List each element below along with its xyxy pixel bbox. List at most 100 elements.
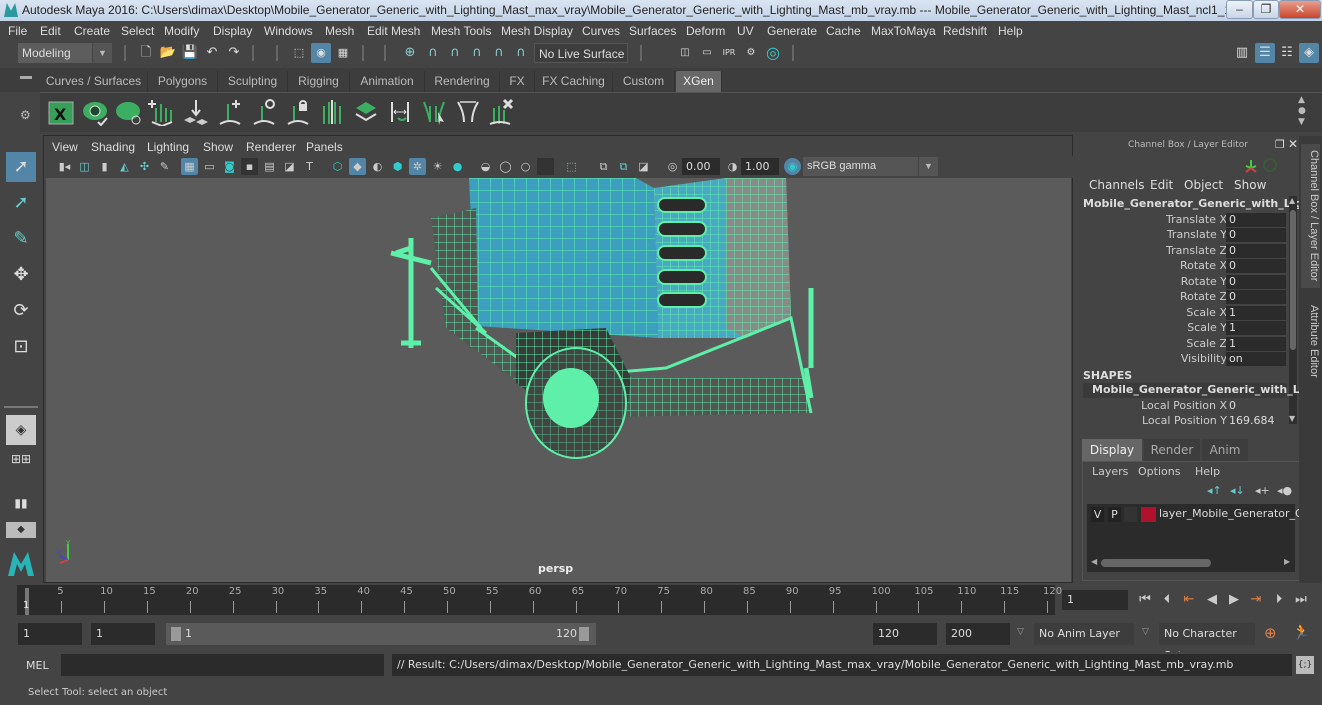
layer-visibility-toggle[interactable]: V <box>1091 507 1104 522</box>
grease-pencil-icon[interactable]: ✎ <box>156 158 173 175</box>
film-gate-icon[interactable]: ▭ <box>201 158 218 175</box>
maximize-button[interactable]: ❐ <box>1253 0 1279 19</box>
safe-action-icon[interactable]: ◪ <box>281 158 298 175</box>
panel-menu-view[interactable]: View <box>52 140 78 154</box>
hypershade-icon[interactable]: ◎ <box>763 43 783 63</box>
render-view-icon[interactable]: ◫ <box>675 43 695 63</box>
layer-playback-toggle[interactable]: P <box>1108 507 1121 522</box>
undo-icon[interactable]: ↶ <box>202 43 222 63</box>
exposure-icon[interactable]: ◎ <box>664 158 681 175</box>
grid-toggle-icon[interactable]: ▦ <box>181 158 198 175</box>
bookmarks-icon[interactable]: ▮ <box>96 158 113 175</box>
shelf-settings-gear-icon[interactable]: ⚙ <box>20 108 31 122</box>
screen-space-ao-icon[interactable]: ◒ <box>477 158 494 175</box>
script-language-toggle[interactable]: MEL <box>26 659 49 672</box>
render-frame-icon[interactable]: ▭ <box>697 43 717 63</box>
playback-start-field[interactable]: 1 <box>91 623 155 645</box>
textured-icon[interactable]: ✲ <box>409 158 426 175</box>
close-button[interactable]: ✕ <box>1279 0 1321 19</box>
gate-mask-icon[interactable]: ▪ <box>241 158 258 175</box>
command-input[interactable] <box>61 654 384 676</box>
channel-value[interactable]: 0 <box>1226 275 1286 289</box>
isolate-select-icon[interactable]: ⬚ <box>563 158 580 175</box>
close-panel-icon[interactable]: ✕ <box>1288 137 1298 151</box>
tab-sculpting[interactable]: Sculpting <box>218 71 288 92</box>
layer-color-swatch[interactable] <box>1141 507 1156 522</box>
move-tool-icon[interactable]: ✥ <box>6 260 36 290</box>
tool-settings-icon[interactable]: ☷ <box>1277 43 1297 63</box>
layer-tab-anim[interactable]: Anim <box>1202 439 1248 461</box>
live-surface-field[interactable]: No Live Surface <box>534 43 628 63</box>
scroll-thumb[interactable] <box>1101 559 1211 567</box>
field-chart-icon[interactable]: ▤ <box>261 158 278 175</box>
cb-menu-edit[interactable]: Edit <box>1150 178 1173 192</box>
play-forwards-icon[interactable]: ▶ <box>1225 592 1243 607</box>
timeline-ruler[interactable]: 1 5 10 15 20 25 30 35 40 45 50 55 60 65 70 75 80 85 90 95 1… <box>17 585 1062 615</box>
shelf-menu-icon[interactable] <box>20 76 32 79</box>
3d-viewport[interactable]: y z persp <box>46 178 1071 582</box>
two-pane-layout-icon[interactable]: ▮▮ <box>6 488 36 518</box>
sculpt-guide-icon[interactable] <box>250 98 278 126</box>
animation-start-field[interactable]: 1 <box>18 623 82 645</box>
cb-menu-channels[interactable]: Channels <box>1089 178 1145 192</box>
menu-mesh[interactable]: Mesh <box>325 24 354 38</box>
gamma-field[interactable]: 1.00 <box>741 158 779 175</box>
channel-value[interactable]: 0 <box>1226 259 1286 273</box>
xgen-library-icon[interactable]: X <box>47 98 75 126</box>
step-forward-key-icon[interactable]: ⇥ <box>1247 592 1265 607</box>
scroll-thumb[interactable] <box>1290 210 1296 350</box>
range-slider[interactable]: 1 120 <box>166 623 596 645</box>
move-layer-down-icon[interactable]: ◂↓ <box>1230 484 1245 497</box>
step-forward-frame-icon[interactable]: ⏵ <box>1270 592 1288 607</box>
snap-to-point-icon[interactable]: ∩ <box>445 43 465 63</box>
resolution-gate-icon[interactable]: ◙ <box>221 158 238 175</box>
go-to-start-icon[interactable]: ⏮ <box>1136 592 1154 607</box>
channel-visibility[interactable]: Visibility on <box>1077 352 1287 367</box>
paint-select-tool-icon[interactable]: ✎ <box>6 224 36 254</box>
select-camera-icon[interactable]: ▮◂ <box>56 158 73 175</box>
menu-windows[interactable]: Windows <box>264 24 313 38</box>
layer-display-type-toggle[interactable] <box>1124 507 1137 522</box>
channel-local-position-x[interactable]: Local Position X0 <box>1077 399 1287 414</box>
menu-uv[interactable]: UV <box>737 24 754 38</box>
exposure-field[interactable]: 0.00 <box>682 158 720 175</box>
xray-joints-icon[interactable]: ◪ <box>635 158 652 175</box>
menu-maxtomaya[interactable]: MaxToMaya <box>871 24 936 38</box>
chevron-down-icon[interactable]: ▽ <box>1017 627 1024 637</box>
script-editor-icon[interactable]: {;} <box>1296 656 1314 674</box>
xray-icon[interactable]: ⧉ <box>595 158 612 175</box>
channel-box-toggle-icon[interactable]: ◈ <box>1299 43 1319 63</box>
lock-guide-icon[interactable] <box>284 98 312 126</box>
cb-menu-show[interactable]: Show <box>1234 178 1266 192</box>
panel-menu-shading[interactable]: Shading <box>91 140 135 154</box>
channel-scale-y[interactable]: Scale Y1 <box>1077 321 1287 336</box>
safe-title-icon[interactable]: T <box>301 158 318 175</box>
animation-end-field[interactable]: 200 <box>946 623 1010 645</box>
menu-file[interactable]: File <box>8 24 27 38</box>
channel-translate-z[interactable]: Translate Z0 <box>1077 244 1287 259</box>
panel-menu-lighting[interactable]: Lighting <box>147 140 189 154</box>
single-pane-layout-icon[interactable]: ◈ <box>6 415 36 445</box>
menu-mesh-display[interactable]: Mesh Display <box>501 24 573 38</box>
xray-active-components-icon[interactable]: ⧉ <box>615 158 632 175</box>
layer-hscrollbar[interactable]: ◀ ▶ <box>1091 557 1291 568</box>
menu-set-dropdown[interactable]: Modeling ▼ <box>18 43 112 63</box>
channel-value[interactable]: 169.684 <box>1226 414 1286 428</box>
layer-menu-layers[interactable]: Layers <box>1092 465 1128 478</box>
channel-value[interactable]: 1 <box>1226 337 1286 351</box>
generator-model[interactable] <box>46 178 1071 582</box>
channel-value[interactable]: 0 <box>1226 244 1286 258</box>
tab-fx[interactable]: FX <box>500 71 535 92</box>
side-tab-attribute-editor[interactable]: Attribute Editor <box>1301 296 1320 386</box>
menu-surfaces[interactable]: Surfaces <box>629 24 676 38</box>
snap-to-grid-icon[interactable]: ⊕ <box>400 43 420 63</box>
shadows-icon[interactable]: ● <box>449 158 466 175</box>
open-scene-icon[interactable]: 📂 <box>158 43 178 63</box>
image-plane-icon[interactable]: ◭ <box>116 158 133 175</box>
menu-create[interactable]: Create <box>74 24 110 38</box>
channel-local-position-y[interactable]: Local Position Y 169.684 <box>1077 414 1287 429</box>
shape-name[interactable]: Mobile_Generator_Generic_with_Lig... <box>1083 383 1322 398</box>
bend-guides-icon[interactable] <box>454 98 482 126</box>
tab-animation[interactable]: Animation <box>350 71 425 92</box>
rebuild-guides-icon[interactable] <box>318 98 346 126</box>
